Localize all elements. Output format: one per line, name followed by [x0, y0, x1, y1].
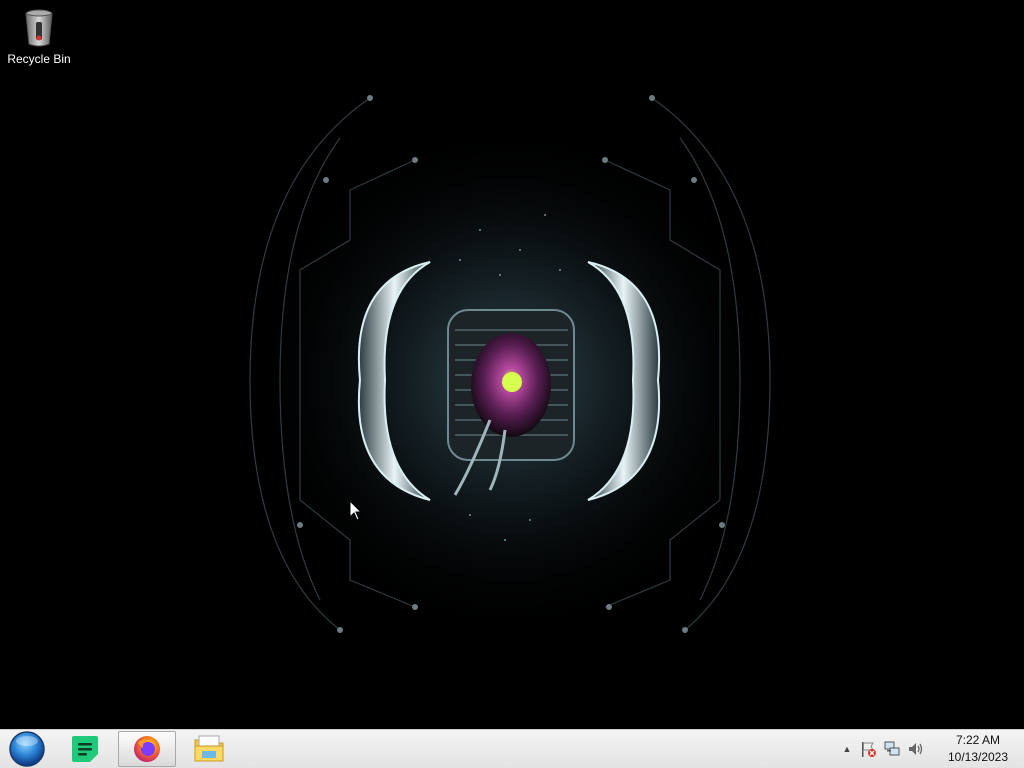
clock-time: 7:22 AM — [955, 733, 1001, 747]
wallpaper — [249, 95, 771, 640]
notes-app-icon — [72, 736, 98, 762]
recycle-bin-icon — [25, 9, 53, 47]
action-center-flag-icon[interactable] — [858, 739, 878, 759]
folder-explorer-icon — [194, 735, 224, 762]
taskbar-app-firefox[interactable] — [118, 731, 176, 767]
taskbar-app-notes[interactable] — [62, 731, 108, 767]
system-tray: ▲ 7:22 AM 10/13/2023 — [838, 730, 1016, 768]
taskbar: ▲ 7:22 AM 10/13/2023 — [0, 729, 1024, 768]
mouse-cursor-icon — [349, 500, 363, 521]
taskbar-clock[interactable]: 7:22 AM 10/13/2023 — [940, 732, 1016, 766]
start-orb-icon — [9, 731, 45, 767]
start-button[interactable] — [4, 731, 50, 767]
chevron-up-icon: ▲ — [842, 744, 852, 754]
taskbar-app-file-explorer[interactable] — [184, 731, 234, 767]
network-icon[interactable] — [882, 739, 902, 759]
clock-date: 10/13/2023 — [947, 750, 1009, 764]
desktop-icon-recycle-bin[interactable]: Recycle Bin — [4, 6, 74, 78]
firefox-icon — [134, 736, 160, 762]
tray-expand-button[interactable]: ▲ — [840, 739, 854, 759]
desktop: Recycle Bin — [0, 0, 1024, 729]
volume-icon[interactable] — [906, 739, 926, 759]
desktop-icon-label: Recycle Bin — [7, 52, 71, 66]
